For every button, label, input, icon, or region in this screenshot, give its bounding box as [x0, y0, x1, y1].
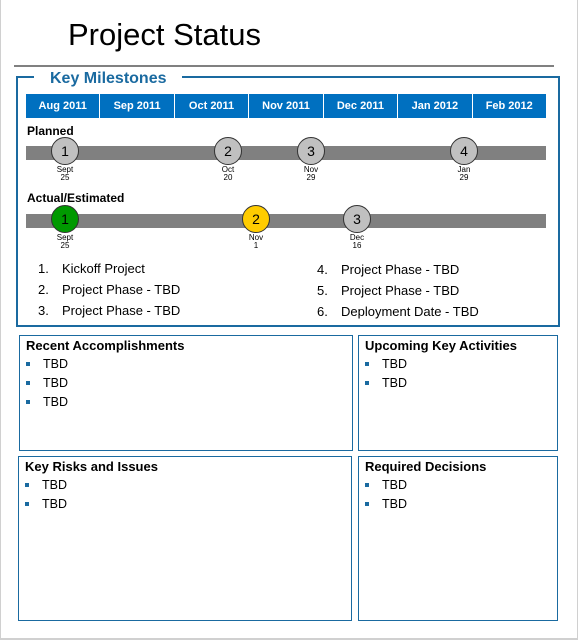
actual-milestone-date: Dec 16 — [337, 234, 377, 250]
upcoming-key-activities-panel: Upcoming Key Activities TBD TBD — [358, 335, 558, 451]
bullet-text: TBD — [382, 497, 407, 511]
key-milestones-heading: Key Milestones — [34, 70, 183, 88]
planned-milestone-marker: 3 — [297, 137, 325, 165]
bullet-text: TBD — [42, 478, 67, 492]
bullet-text: TBD — [43, 357, 68, 371]
month-cell: Aug 2011 — [26, 94, 101, 118]
panel-title: Upcoming Key Activities — [365, 338, 517, 353]
actual-milestone-marker: 3 — [343, 205, 371, 233]
date-day: 29 — [306, 173, 316, 182]
date-day: 16 — [352, 241, 362, 250]
date-day: 29 — [459, 173, 469, 182]
page-title: Project Status — [68, 17, 261, 52]
recent-accomplishments-panel: Recent Accomplishments TBD TBD TBD — [19, 335, 353, 451]
panel-title: Key Risks and Issues — [25, 459, 158, 474]
month-cell: Jan 2012 — [398, 94, 473, 118]
month-cell: Oct 2011 — [174, 94, 250, 118]
planned-milestone-marker: 1 — [51, 137, 79, 165]
bullet-icon — [365, 502, 369, 506]
month-header: Aug 2011 Sep 2011 Oct 2011 Nov 2011 Dec … — [26, 94, 546, 118]
bullet-text: TBD — [382, 357, 407, 371]
date-day: 25 — [60, 173, 70, 182]
date-day: 20 — [223, 173, 233, 182]
planned-milestone-date: Sept 25 — [45, 166, 85, 182]
bullet-icon — [25, 483, 29, 487]
month-cell: Nov 2011 — [249, 94, 324, 118]
planned-milestone-date: Jan 29 — [444, 166, 484, 182]
month-cell: Sep 2011 — [100, 94, 175, 118]
actual-track — [26, 214, 546, 228]
planned-milestone-marker: 4 — [450, 137, 478, 165]
bullet-text: TBD — [382, 376, 407, 390]
planned-milestone-date: Oct 20 — [208, 166, 248, 182]
bullet-icon — [25, 502, 29, 506]
bullet-text: TBD — [43, 395, 68, 409]
panel-title: Recent Accomplishments — [26, 338, 185, 353]
panel-title: Required Decisions — [365, 459, 487, 474]
bullet-icon — [365, 483, 369, 487]
planned-label: Planned — [27, 124, 74, 138]
date-day: 25 — [60, 241, 70, 250]
title-divider — [14, 65, 554, 67]
bullet-text: TBD — [43, 376, 68, 390]
month-cell: Dec 2011 — [323, 94, 399, 118]
bullet-icon — [26, 362, 30, 366]
actual-milestone-marker: 1 — [51, 205, 79, 233]
bullet-icon — [365, 381, 369, 385]
required-decisions-panel: Required Decisions TBD TBD — [358, 456, 558, 621]
bullet-text: TBD — [42, 497, 67, 511]
planned-milestone-marker: 2 — [214, 137, 242, 165]
planned-milestone-date: Nov 29 — [291, 166, 331, 182]
actual-milestone-marker: 2 — [242, 205, 270, 233]
date-day: 1 — [253, 241, 259, 250]
actual-label: Actual/Estimated — [27, 191, 125, 205]
key-risks-and-issues-panel: Key Risks and Issues TBD TBD — [18, 456, 352, 621]
actual-milestone-date: Sept 25 — [45, 234, 85, 250]
bullet-icon — [26, 400, 30, 404]
bullet-text: TBD — [382, 478, 407, 492]
bullet-icon — [365, 362, 369, 366]
month-cell: Feb 2012 — [472, 94, 546, 118]
bullet-icon — [26, 381, 30, 385]
actual-milestone-date: Nov 1 — [236, 234, 276, 250]
